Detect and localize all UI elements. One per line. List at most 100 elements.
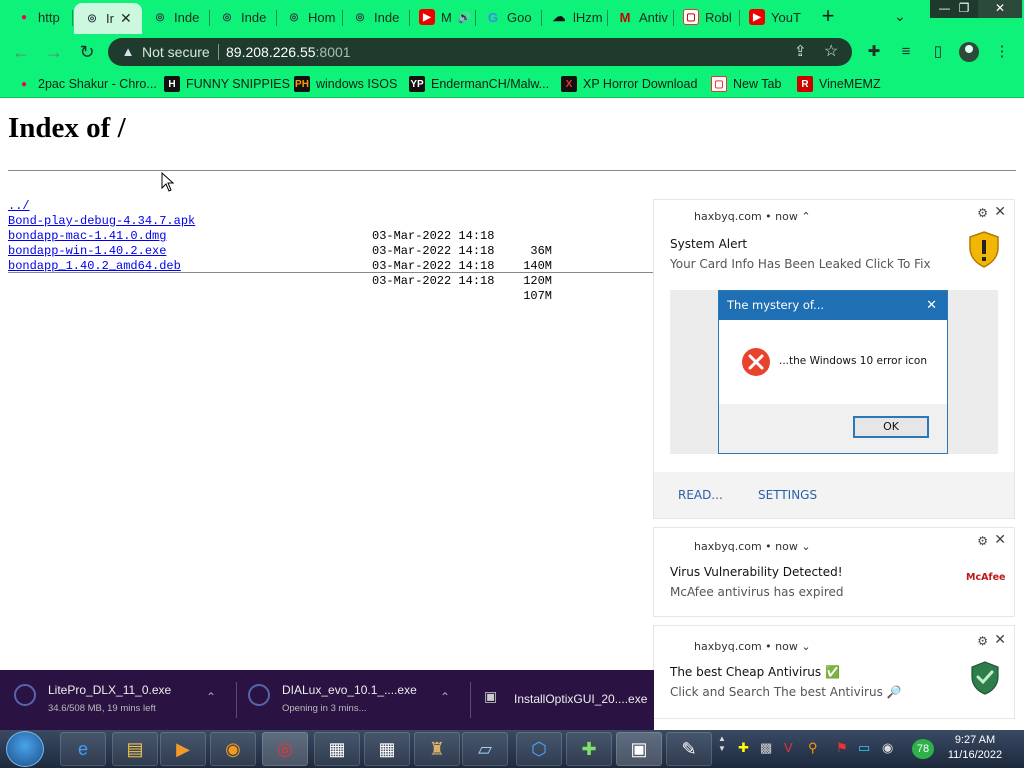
tab-6[interactable]: ▶ M 🔊 <box>409 4 475 30</box>
chevron-up-icon[interactable]: ⌃ <box>206 690 216 704</box>
audio-playing-icon[interactable]: 🔊 <box>458 11 472 24</box>
youtube-icon: ▶ <box>419 9 435 25</box>
tab-10[interactable]: ▢ Robl <box>673 4 739 30</box>
internet-explorer-icon[interactable]: e <box>60 732 106 766</box>
notification-system-alert[interactable]: haxbyq.com • now ⌃ ⚙ ✕ System Alert Your… <box>654 200 1014 518</box>
bookmark-xp-horror[interactable]: X XP Horror Download <box>561 75 697 93</box>
tray-monitor-icon[interactable]: ▭ <box>858 740 870 756</box>
close-icon[interactable]: ✕ <box>994 204 1006 220</box>
tab-1-active[interactable]: ◎ Ir ✕ <box>74 3 142 34</box>
green-plus-app-icon[interactable]: ✚ <box>566 732 612 766</box>
tab-close-icon[interactable]: ✕ <box>120 10 132 27</box>
dialog-close-icon: ✕ <box>926 298 937 313</box>
restore-button[interactable]: ❐ <box>950 0 978 18</box>
notification-body: Your Card Info Has Been Leaked Click To … <box>670 257 931 271</box>
warning-icon[interactable]: ▲ <box>120 44 136 60</box>
globe-icon: ◎ <box>155 11 165 23</box>
mouse-cursor-icon <box>161 172 175 192</box>
tray-v-icon[interactable]: V <box>784 740 793 755</box>
profile-avatar[interactable] <box>959 42 979 62</box>
share-icon[interactable]: ⇪ <box>794 42 807 60</box>
lock-icon: ▢ <box>711 76 727 92</box>
chevron-up-icon[interactable]: ⌃ <box>440 690 450 704</box>
window-app-icon[interactable]: ▦ <box>314 732 360 766</box>
kebab-menu-icon[interactable]: ⋮ <box>992 42 1012 62</box>
tray-search-icon[interactable]: ⚲ <box>808 740 818 756</box>
dialog-title: The mystery of... <box>727 298 825 312</box>
tray-flag-icon[interactable]: ⚑ <box>836 740 848 756</box>
divider-top <box>8 170 1016 171</box>
bookmark-star-icon[interactable]: ☆ <box>824 41 838 61</box>
settings-gear-icon[interactable]: ⚙ <box>977 634 988 648</box>
bookmarks-bar: ● 2pac Shakur - Chro... H FUNNY SNIPPIES… <box>0 70 1024 98</box>
reload-button[interactable]: ↻ <box>76 41 98 63</box>
bookmark-vinememz[interactable]: R VineMEMZ <box>797 75 881 93</box>
system-clock[interactable]: 9:27 AM 11/16/2022 <box>940 733 1010 763</box>
media-player-icon[interactable]: ▶ <box>160 732 206 766</box>
download-item[interactable]: ▣ InstallOptixGUI_20....exe <box>484 680 652 720</box>
read-more-button[interactable]: READ... <box>678 488 723 502</box>
download-filename: LitePro_DLX_11_0.exe <box>48 683 172 697</box>
window-app-icon-2[interactable]: ▦ <box>364 732 410 766</box>
url-text[interactable]: 89.208.226.55:8001 <box>226 44 351 60</box>
clock-date: 11/16/2022 <box>947 749 1003 761</box>
close-icon[interactable]: ✕ <box>994 532 1006 548</box>
globe-icon: ◎ <box>87 13 97 24</box>
bookmark-windows-isos[interactable]: PH windows ISOS <box>294 75 397 93</box>
chrome-icon[interactable]: ◎ <box>262 732 308 766</box>
bookmark-2pac[interactable]: ● 2pac Shakur - Chro... <box>16 75 157 93</box>
bookmark-endermanch[interactable]: YP EndermanCH/Malw... <box>409 75 549 93</box>
litepro-icon[interactable]: ♜ <box>414 732 460 766</box>
tab-9[interactable]: M Antiv <box>607 4 673 30</box>
settings-gear-icon[interactable]: ⚙ <box>977 206 988 220</box>
tray-webcam-icon[interactable]: ◉ <box>882 740 893 756</box>
notification-title: The best Cheap Antivirus ✅ <box>670 665 840 679</box>
divider-bottom <box>8 272 654 273</box>
close-icon[interactable]: ✕ <box>994 632 1006 648</box>
tab-2[interactable]: ◎ Inde <box>142 4 208 30</box>
network-app-icon[interactable]: ▣ <box>616 732 662 766</box>
notification-cheap-antivirus[interactable]: haxbyq.com • now ⌄ ⚙ ✕ The best Cheap An… <box>654 626 1014 718</box>
settings-gear-icon[interactable]: ⚙ <box>977 534 988 548</box>
page-title: Index of / <box>8 112 126 144</box>
notepad-icon[interactable]: ▱ <box>462 732 508 766</box>
tray-badge[interactable]: 78 <box>912 739 934 759</box>
tab-7[interactable]: G Goo <box>475 4 541 30</box>
tray-app-icon[interactable]: ▩ <box>760 740 772 756</box>
tab-4[interactable]: ◎ Hom <box>276 4 342 30</box>
address-divider <box>218 44 219 60</box>
taskbar-scroll[interactable]: ▲ ▼ <box>716 734 728 764</box>
new-tab-button[interactable]: + <box>816 5 840 29</box>
bookmark-funny-snippies[interactable]: H FUNNY SNIPPIES <box>164 75 290 93</box>
media-queue-icon[interactable]: ≡ <box>896 42 916 62</box>
tab-11[interactable]: ▶ YouT <box>739 4 805 30</box>
extensions-puzzle-icon[interactable]: ✚ <box>864 42 884 62</box>
bookmark-new-tab[interactable]: ▢ New Tab <box>711 75 781 93</box>
file-explorer-icon[interactable]: ▤ <box>112 732 158 766</box>
file-size: 107M <box>523 289 552 303</box>
dialux-icon[interactable]: ⬡ <box>516 732 562 766</box>
tray-plus-icon[interactable]: ✚ <box>738 740 749 756</box>
file-listing: ../ Bond-play-debug-4.34.7.apk 03-Mar-20… <box>8 184 608 303</box>
roblox-icon: ▢ <box>683 9 699 25</box>
side-panel-icon[interactable]: ▯ <box>928 42 948 62</box>
tab-strip: ● http ◎ Ir ✕ ◎ Inde ◎ Inde ◎ Hom ◎ Inde… <box>0 0 1024 34</box>
tab-8[interactable]: ☁ lHzm <box>541 4 607 30</box>
not-secure-label[interactable]: Not secure <box>142 44 210 60</box>
tab-5[interactable]: ◎ Inde <box>342 4 408 30</box>
download-status: Opening in 3 mins... <box>282 703 367 714</box>
address-bar[interactable]: ▲ Not secure 89.208.226.55:8001 ⇪ ☆ <box>108 38 852 66</box>
download-item[interactable]: DIALux_evo_10.1_....exe Opening in 3 min… <box>248 680 458 720</box>
installer-app-icon[interactable]: ✎ <box>666 732 712 766</box>
tab-3[interactable]: ◎ Inde <box>209 4 275 30</box>
uc-browser-icon[interactable]: ◉ <box>210 732 256 766</box>
settings-button[interactable]: SETTINGS <box>758 488 817 502</box>
download-item[interactable]: LitePro_DLX_11_0.exe 34.6/508 MB, 19 min… <box>14 680 224 720</box>
tab-0[interactable]: ● http <box>6 4 72 30</box>
forward-button[interactable]: → <box>43 41 65 63</box>
notification-virus-detected[interactable]: haxbyq.com • now ⌄ ⚙ ✕ Virus Vulnerabili… <box>654 528 1014 616</box>
tab-search-chevron-icon[interactable]: ⌄ <box>894 8 906 25</box>
window-close-button[interactable]: ✕ <box>978 0 1022 18</box>
back-button[interactable]: ← <box>10 41 32 63</box>
start-button[interactable] <box>6 731 44 767</box>
